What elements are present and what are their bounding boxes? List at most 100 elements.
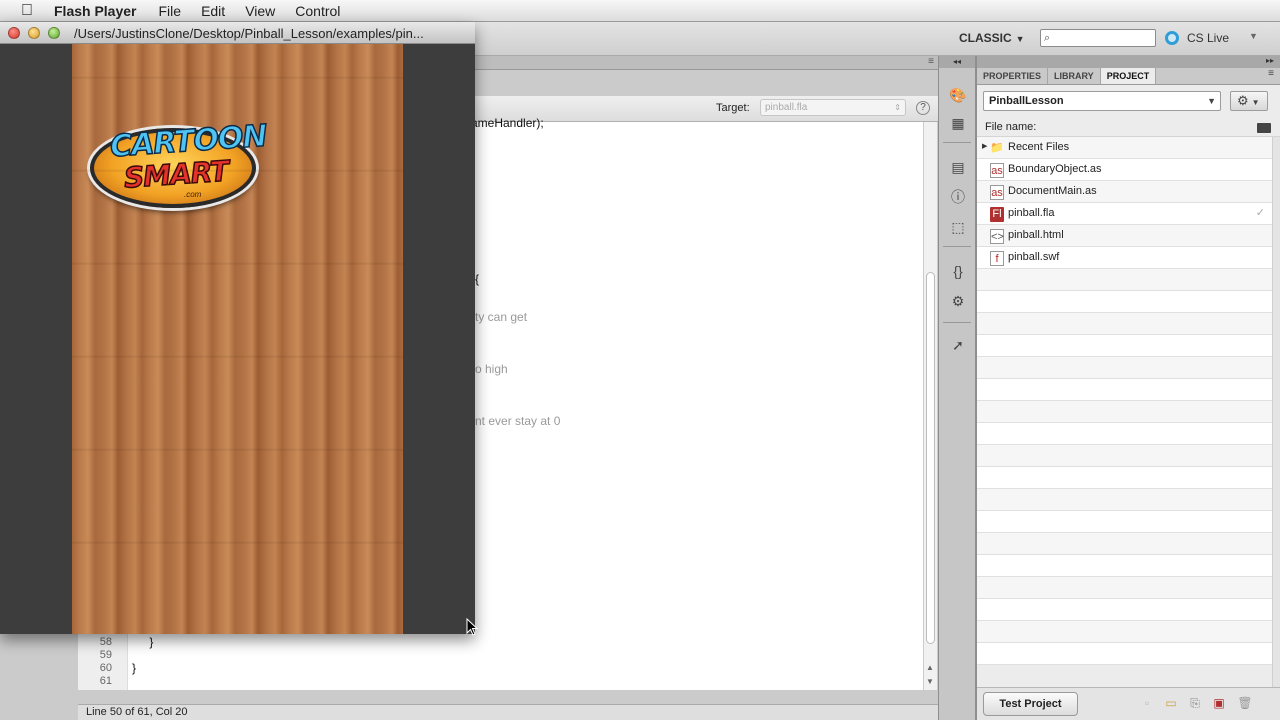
new-folder-icon[interactable]: ▭: [1163, 696, 1179, 712]
separator: [943, 246, 971, 247]
expand-arrows-icon[interactable]: ▸▸: [1266, 56, 1274, 65]
list-item-empty: [977, 335, 1273, 357]
file-list-scrollbar[interactable]: [1272, 137, 1280, 687]
chevron-down-icon: ▼: [1015, 34, 1025, 44]
project-name: PinballLesson: [989, 95, 1064, 107]
line-number: 60: [99, 662, 112, 674]
menu-edit[interactable]: Edit: [201, 3, 225, 19]
list-item-empty: [977, 269, 1273, 291]
publish-icon[interactable]: ▣: [1211, 696, 1227, 712]
workspace-switcher[interactable]: CLASSIC ▼: [959, 31, 1025, 45]
flash-player-window: /Users/JustinsClone/Desktop/Pinball_Less…: [0, 22, 475, 634]
project-panel: ▸▸ PROPERTIES LIBRARY PROJECT ≡ PinballL…: [976, 56, 1280, 720]
code-comment: nt ever stay at 0: [475, 414, 561, 428]
workspace-label: CLASSIC: [959, 31, 1012, 45]
code-line: }: [132, 661, 137, 675]
file-name: DocumentMain.as: [1008, 185, 1097, 197]
folder-icon[interactable]: [1257, 123, 1271, 133]
search-input[interactable]: ⌕: [1040, 29, 1156, 47]
list-item[interactable]: <> pinball.html: [977, 225, 1273, 247]
logo-oval: [90, 128, 256, 208]
menu-file[interactable]: File: [159, 3, 182, 19]
logo-text-line1: CARTOON: [108, 118, 268, 165]
info-icon[interactable]: ⓘ: [948, 188, 968, 206]
target-select[interactable]: pinball.fla ⇕: [760, 99, 906, 116]
file-name: pinball.swf: [1008, 251, 1060, 263]
editor-scrollbar[interactable]: ▲ ▼: [923, 122, 937, 690]
zoom-window-icon[interactable]: [48, 27, 60, 39]
file-name: pinball.fla: [1008, 207, 1055, 219]
add-file-icon[interactable]: ⎘: [1187, 696, 1203, 712]
target-label: Target:: [716, 102, 750, 114]
project-select[interactable]: PinballLesson ▼: [983, 91, 1221, 111]
list-item-empty: [977, 423, 1273, 445]
panel-header: ▸▸: [977, 56, 1280, 68]
close-window-icon[interactable]: [8, 27, 20, 39]
transform-icon[interactable]: ⬚: [948, 218, 968, 236]
logo-text-line2: SMART: [122, 154, 230, 196]
collapse-arrows-icon[interactable]: ◂◂: [939, 56, 975, 68]
test-project-button[interactable]: Test Project: [983, 692, 1078, 716]
menu-control[interactable]: Control: [295, 3, 340, 19]
window-title-bar[interactable]: /Users/JustinsClone/Desktop/Pinball_Less…: [0, 22, 475, 44]
trash-icon[interactable]: 🗑: [1237, 696, 1253, 712]
scroll-up-icon[interactable]: ▲: [926, 663, 934, 672]
file-list-header: File name:: [977, 119, 1280, 137]
menu-app-name[interactable]: Flash Player: [54, 3, 137, 19]
apple-icon[interactable]: : [0, 2, 54, 20]
project-settings-button[interactable]: ⚙ ▼: [1230, 91, 1268, 111]
editor-status-bar: Line 50 of 61, Col 20: [78, 704, 938, 720]
list-item-empty: [977, 621, 1273, 643]
line-number: 61: [99, 675, 112, 687]
logo-text-line3: .com: [184, 190, 202, 199]
code-line: {: [475, 272, 480, 286]
scrollbar-thumb[interactable]: [926, 272, 935, 644]
checkmark-icon[interactable]: ✓: [1256, 206, 1265, 219]
scroll-down-icon[interactable]: ▼: [926, 677, 934, 686]
panel-menu-icon[interactable]: ≡: [928, 56, 934, 67]
menu-view[interactable]: View: [245, 3, 275, 19]
window-title: /Users/JustinsClone/Desktop/Pinball_Less…: [74, 26, 424, 41]
cs-live-icon[interactable]: [1165, 31, 1179, 45]
list-item[interactable]: as DocumentMain.as: [977, 181, 1273, 203]
code-snippets-icon[interactable]: {}: [948, 262, 968, 280]
line-number: 58: [99, 636, 112, 648]
cs-live-label[interactable]: CS Live: [1187, 31, 1229, 45]
file-name: pinball.html: [1008, 229, 1064, 241]
disclosure-triangle-icon[interactable]: ▶: [982, 142, 987, 150]
swf-file-icon: f: [990, 251, 1004, 266]
help-icon[interactable]: ?: [916, 101, 930, 115]
fla-file-icon: Fl: [990, 207, 1004, 222]
tab-properties[interactable]: PROPERTIES: [977, 68, 1049, 84]
list-item[interactable]: Fl pinball.fla ✓: [977, 203, 1273, 225]
grid-icon[interactable]: ▦: [948, 114, 968, 132]
panel-tool-strip: ◂◂ 🎨 ▦ ▤ ⓘ ⬚ {} ⚙ ➚: [938, 56, 976, 720]
list-item[interactable]: as BoundaryObject.as: [977, 159, 1273, 181]
list-item-empty: [977, 379, 1273, 401]
motion-presets-icon[interactable]: ➚: [948, 336, 968, 354]
color-swatches-icon[interactable]: 🎨: [948, 86, 968, 104]
list-item[interactable]: ▶ 📁 Recent Files: [977, 137, 1273, 159]
components-icon[interactable]: ⚙: [948, 292, 968, 310]
file-list: ▶ 📁 Recent Files as BoundaryObject.as as…: [977, 137, 1273, 687]
tab-project[interactable]: PROJECT: [1100, 68, 1157, 84]
code-line: ameHandler);: [471, 116, 544, 130]
swf-stage[interactable]: CARTOON SMART .com: [72, 44, 403, 634]
list-item[interactable]: f pinball.swf: [977, 247, 1273, 269]
list-item-empty: [977, 357, 1273, 379]
list-item-empty: [977, 313, 1273, 335]
code-comment: ty can get: [475, 310, 528, 324]
file-name: BoundaryObject.as: [1008, 163, 1102, 175]
panel-tabs: PROPERTIES LIBRARY PROJECT ≡: [977, 68, 1280, 85]
new-file-icon[interactable]: ▫: [1139, 696, 1155, 712]
menu-bar:  Flash Player File Edit View Control: [0, 0, 1280, 22]
list-item-empty: [977, 599, 1273, 621]
minimize-window-icon[interactable]: [28, 27, 40, 39]
align-icon[interactable]: ▤: [948, 158, 968, 176]
list-item-empty: [977, 577, 1273, 599]
chevron-down-icon[interactable]: ▼: [1249, 31, 1258, 41]
actionscript-file-icon: as: [990, 185, 1004, 200]
target-value: pinball.fla: [765, 102, 808, 113]
panel-menu-icon[interactable]: ≡: [1268, 68, 1274, 79]
tab-library[interactable]: LIBRARY: [1048, 68, 1101, 84]
